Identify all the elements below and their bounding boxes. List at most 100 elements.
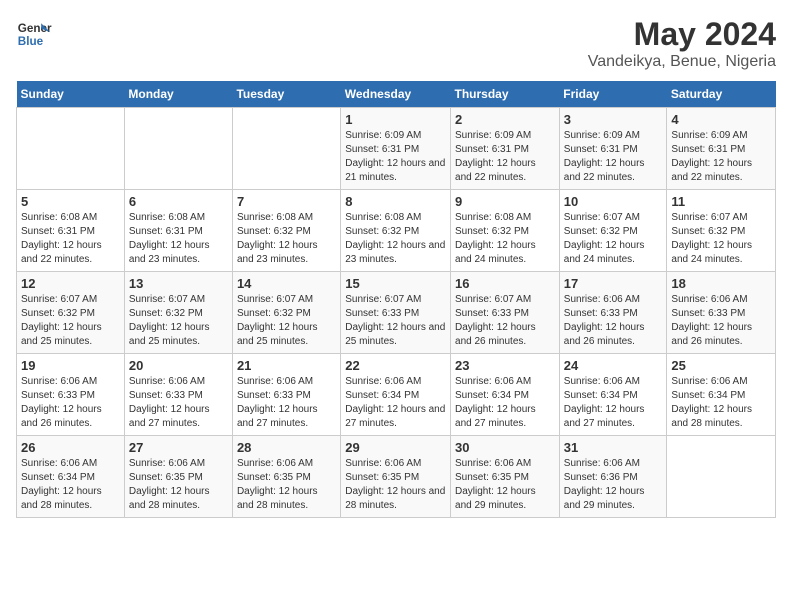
- title-area: May 2024 Vandeikya, Benue, Nigeria: [588, 16, 776, 71]
- day-info: Sunrise: 6:07 AM Sunset: 6:32 PM Dayligh…: [237, 293, 336, 349]
- day-number: 14: [237, 276, 336, 291]
- calendar-cell: 15 Sunrise: 6:07 AM Sunset: 6:33 PM Dayli…: [341, 272, 451, 354]
- weekday-header-sunday: Sunday: [17, 81, 125, 108]
- day-info: Sunrise: 6:06 AM Sunset: 6:34 PM Dayligh…: [564, 375, 663, 431]
- weekday-header-row: SundayMondayTuesdayWednesdayThursdayFrid…: [17, 81, 776, 108]
- calendar-cell: 8Sunrise: 6:08 AM Sunset: 6:32 PM Daylig…: [341, 190, 451, 272]
- calendar-cell: [667, 436, 776, 518]
- day-info: Sunrise: 6:08 AM Sunset: 6:31 PM Dayligh…: [21, 211, 120, 267]
- day-number: 15: [345, 276, 446, 291]
- day-number: 7: [237, 194, 336, 209]
- day-number: 10: [564, 194, 663, 209]
- day-info: Sunrise: 6:06 AM Sunset: 6:33 PM Dayligh…: [21, 375, 120, 431]
- day-number: 30: [455, 440, 555, 455]
- day-number: 1: [345, 112, 446, 127]
- svg-text:Blue: Blue: [18, 35, 44, 48]
- day-number: 2: [455, 112, 555, 127]
- day-info: Sunrise: 6:09 AM Sunset: 6:31 PM Dayligh…: [671, 129, 771, 185]
- day-info: Sunrise: 6:06 AM Sunset: 6:34 PM Dayligh…: [455, 375, 555, 431]
- calendar-cell: [232, 108, 340, 190]
- week-row-2: 5 Sunrise: 6:08 AM Sunset: 6:31 PM Daylig…: [17, 190, 776, 272]
- day-info: Sunrise: 6:09 AM Sunset: 6:31 PM Dayligh…: [345, 129, 446, 185]
- calendar-cell: 12 Sunrise: 6:07 AM Sunset: 6:32 PM Dayli…: [17, 272, 125, 354]
- svg-text:General: General: [18, 22, 52, 35]
- calendar-cell: 22Sunrise: 6:06 AM Sunset: 6:34 PM Dayli…: [341, 354, 451, 436]
- day-info: Sunrise: 6:09 AM Sunset: 6:31 PM Dayligh…: [455, 129, 555, 185]
- calendar-cell: 30 Sunrise: 6:06 AM Sunset: 6:35 PM Dayli…: [451, 436, 560, 518]
- day-number: 19: [21, 358, 120, 373]
- day-number: 9: [455, 194, 555, 209]
- day-info: Sunrise: 6:06 AM Sunset: 6:35 PM Dayligh…: [455, 457, 555, 513]
- day-number: 3: [564, 112, 663, 127]
- day-number: 26: [21, 440, 120, 455]
- calendar-cell: 13Sunrise: 6:07 AM Sunset: 6:32 PM Dayli…: [124, 272, 232, 354]
- calendar-cell: 28 Sunrise: 6:06 AM Sunset: 6:35 PM Dayli…: [232, 436, 340, 518]
- weekday-header-wednesday: Wednesday: [341, 81, 451, 108]
- weekday-header-friday: Friday: [559, 81, 667, 108]
- calendar-cell: [17, 108, 125, 190]
- day-number: 22: [345, 358, 446, 373]
- weekday-header-thursday: Thursday: [451, 81, 560, 108]
- page-header: General Blue May 2024 Vandeikya, Benue, …: [16, 16, 776, 71]
- day-info: Sunrise: 6:06 AM Sunset: 6:35 PM Dayligh…: [345, 457, 446, 513]
- calendar-table: SundayMondayTuesdayWednesdayThursdayFrid…: [16, 81, 776, 518]
- day-number: 8: [345, 194, 446, 209]
- day-info: Sunrise: 6:07 AM Sunset: 6:32 PM Dayligh…: [21, 293, 120, 349]
- main-title: May 2024: [588, 16, 776, 53]
- calendar-cell: 24 Sunrise: 6:06 AM Sunset: 6:34 PM Dayli…: [559, 354, 667, 436]
- logo-icon: General Blue: [16, 16, 52, 52]
- weekday-header-saturday: Saturday: [667, 81, 776, 108]
- week-row-3: 12 Sunrise: 6:07 AM Sunset: 6:32 PM Dayli…: [17, 272, 776, 354]
- day-info: Sunrise: 6:06 AM Sunset: 6:34 PM Dayligh…: [21, 457, 120, 513]
- calendar-cell: 14 Sunrise: 6:07 AM Sunset: 6:32 PM Dayli…: [232, 272, 340, 354]
- day-number: 5: [21, 194, 120, 209]
- day-info: Sunrise: 6:06 AM Sunset: 6:35 PM Dayligh…: [237, 457, 336, 513]
- calendar-cell: 5 Sunrise: 6:08 AM Sunset: 6:31 PM Daylig…: [17, 190, 125, 272]
- day-number: 29: [345, 440, 446, 455]
- logo: General Blue: [16, 16, 52, 52]
- calendar-cell: 18Sunrise: 6:06 AM Sunset: 6:33 PM Dayli…: [667, 272, 776, 354]
- day-number: 4: [671, 112, 771, 127]
- calendar-cell: [124, 108, 232, 190]
- calendar-cell: 20Sunrise: 6:06 AM Sunset: 6:33 PM Dayli…: [124, 354, 232, 436]
- day-info: Sunrise: 6:07 AM Sunset: 6:32 PM Dayligh…: [564, 211, 663, 267]
- day-info: Sunrise: 6:07 AM Sunset: 6:33 PM Dayligh…: [345, 293, 446, 349]
- day-info: Sunrise: 6:06 AM Sunset: 6:33 PM Dayligh…: [564, 293, 663, 349]
- day-info: Sunrise: 6:06 AM Sunset: 6:33 PM Dayligh…: [129, 375, 228, 431]
- day-number: 12: [21, 276, 120, 291]
- weekday-header-tuesday: Tuesday: [232, 81, 340, 108]
- week-row-4: 19 Sunrise: 6:06 AM Sunset: 6:33 PM Dayli…: [17, 354, 776, 436]
- calendar-cell: 6 Sunrise: 6:08 AM Sunset: 6:31 PM Daylig…: [124, 190, 232, 272]
- day-number: 21: [237, 358, 336, 373]
- day-info: Sunrise: 6:07 AM Sunset: 6:33 PM Dayligh…: [455, 293, 555, 349]
- day-info: Sunrise: 6:06 AM Sunset: 6:33 PM Dayligh…: [237, 375, 336, 431]
- calendar-cell: 29 Sunrise: 6:06 AM Sunset: 6:35 PM Dayli…: [341, 436, 451, 518]
- calendar-cell: 1 Sunrise: 6:09 AM Sunset: 6:31 PM Daylig…: [341, 108, 451, 190]
- calendar-cell: 4 Sunrise: 6:09 AM Sunset: 6:31 PM Daylig…: [667, 108, 776, 190]
- calendar-cell: 27Sunrise: 6:06 AM Sunset: 6:35 PM Dayli…: [124, 436, 232, 518]
- calendar-cell: 31 Sunrise: 6:06 AM Sunset: 6:36 PM Dayli…: [559, 436, 667, 518]
- calendar-cell: 7 Sunrise: 6:08 AM Sunset: 6:32 PM Daylig…: [232, 190, 340, 272]
- sub-title: Vandeikya, Benue, Nigeria: [588, 53, 776, 71]
- week-row-1: 1 Sunrise: 6:09 AM Sunset: 6:31 PM Daylig…: [17, 108, 776, 190]
- day-info: Sunrise: 6:08 AM Sunset: 6:32 PM Dayligh…: [237, 211, 336, 267]
- day-number: 24: [564, 358, 663, 373]
- calendar-cell: 19 Sunrise: 6:06 AM Sunset: 6:33 PM Dayli…: [17, 354, 125, 436]
- day-number: 6: [129, 194, 228, 209]
- day-number: 28: [237, 440, 336, 455]
- calendar-cell: 23 Sunrise: 6:06 AM Sunset: 6:34 PM Dayli…: [451, 354, 560, 436]
- day-info: Sunrise: 6:08 AM Sunset: 6:32 PM Dayligh…: [455, 211, 555, 267]
- calendar-header: SundayMondayTuesdayWednesdayThursdayFrid…: [17, 81, 776, 108]
- day-info: Sunrise: 6:07 AM Sunset: 6:32 PM Dayligh…: [671, 211, 771, 267]
- calendar-cell: 17 Sunrise: 6:06 AM Sunset: 6:33 PM Dayli…: [559, 272, 667, 354]
- calendar-cell: 3Sunrise: 6:09 AM Sunset: 6:31 PM Daylig…: [559, 108, 667, 190]
- day-number: 27: [129, 440, 228, 455]
- calendar-body: 1 Sunrise: 6:09 AM Sunset: 6:31 PM Daylig…: [17, 108, 776, 518]
- day-info: Sunrise: 6:08 AM Sunset: 6:31 PM Dayligh…: [129, 211, 228, 267]
- day-number: 13: [129, 276, 228, 291]
- day-number: 23: [455, 358, 555, 373]
- day-number: 17: [564, 276, 663, 291]
- day-number: 18: [671, 276, 771, 291]
- day-info: Sunrise: 6:06 AM Sunset: 6:36 PM Dayligh…: [564, 457, 663, 513]
- day-number: 31: [564, 440, 663, 455]
